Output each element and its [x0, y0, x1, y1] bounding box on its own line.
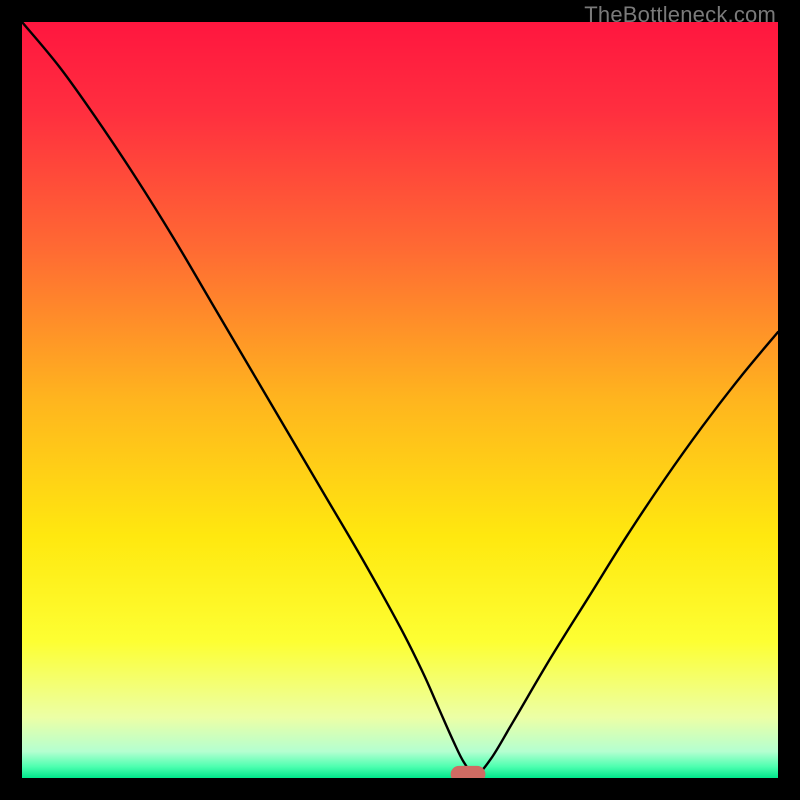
- chart-frame: [22, 22, 778, 778]
- optimum-marker: [451, 766, 486, 778]
- bottleneck-chart: [22, 22, 778, 778]
- gradient-background: [22, 22, 778, 778]
- watermark-text: TheBottleneck.com: [584, 2, 776, 28]
